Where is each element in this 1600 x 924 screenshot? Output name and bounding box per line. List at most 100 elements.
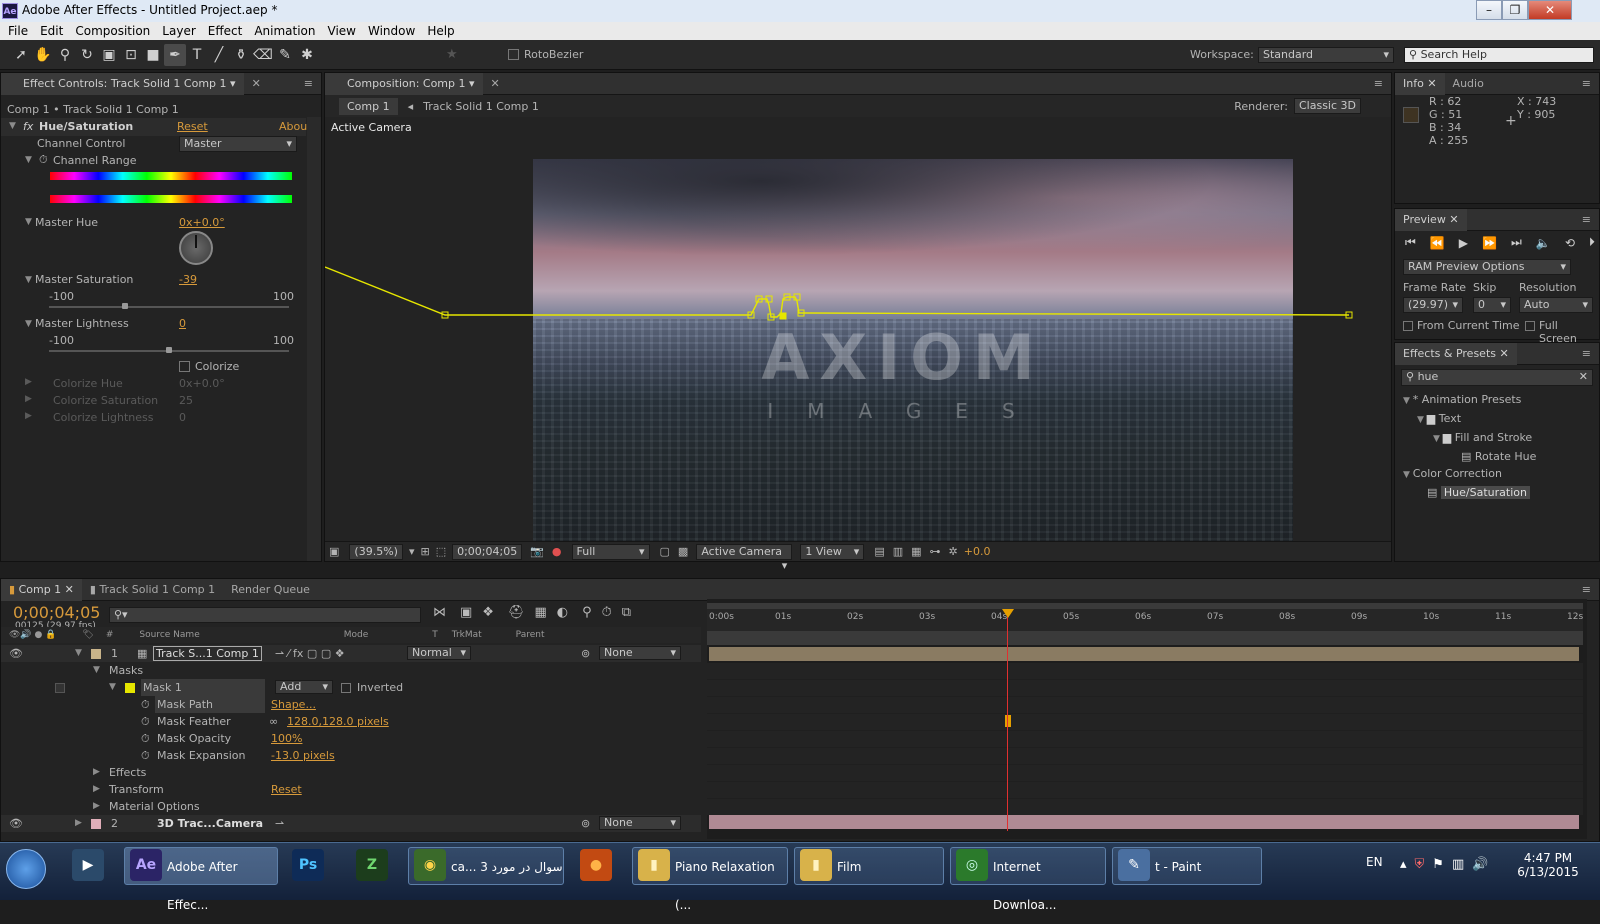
expand-triangle-icon[interactable]: ▶ xyxy=(93,781,100,798)
menu-file[interactable]: File xyxy=(8,24,28,38)
mask-opacity-value[interactable]: 100% xyxy=(271,730,302,747)
expand-triangle-icon[interactable]: ▼ xyxy=(9,121,16,131)
column-parent[interactable]: Parent xyxy=(516,630,545,640)
playhead-icon[interactable] xyxy=(1002,609,1014,618)
menu-help[interactable]: Help xyxy=(427,24,454,38)
mask-1-row[interactable]: ▼ Mask 1 Add ▾ Inverted xyxy=(1,679,701,696)
mask-color-swatch[interactable] xyxy=(125,683,135,693)
first-frame-icon[interactable]: ⏮ xyxy=(1405,235,1416,250)
maximize-button[interactable]: ❐ xyxy=(1502,0,1528,20)
mask-expansion-value[interactable]: -13.0 pixels xyxy=(271,747,335,764)
material-options-row[interactable]: ▶ Material Options xyxy=(1,798,701,815)
chevron-down-icon[interactable]: ▾ xyxy=(409,545,415,558)
tab-comp-1[interactable]: ▮ Comp 1 ✕ xyxy=(1,578,82,601)
full-screen-checkbox[interactable] xyxy=(1525,321,1535,331)
menu-view[interactable]: View xyxy=(328,24,356,38)
eraser-tool-icon[interactable]: ⌫ xyxy=(252,44,274,66)
action-center-icon[interactable]: ⚑ xyxy=(1432,857,1444,872)
language-indicator[interactable]: EN xyxy=(1366,855,1383,869)
constrain-link-icon[interactable]: ∞ xyxy=(269,713,278,730)
panel-menu-icon[interactable]: ≡ xyxy=(1574,209,1599,231)
stopwatch-icon[interactable]: ⏱ xyxy=(141,747,150,764)
flowchart-icon[interactable]: ⊶ xyxy=(930,545,941,558)
tab-effects-presets[interactable]: Effects & Presets ✕ xyxy=(1395,342,1517,365)
time-ruler[interactable]: 0:00s 01s 02s 03s 04s 05s 06s 07s 08s 09… xyxy=(707,609,1583,631)
transform-reset-button[interactable]: Reset xyxy=(271,781,302,798)
previous-frame-icon[interactable]: ⏪ xyxy=(1430,236,1445,250)
lightness-slider-handle[interactable] xyxy=(166,347,172,353)
inverted-checkbox[interactable] xyxy=(341,683,351,693)
layer-name[interactable]: Track S...1 Comp 1 xyxy=(153,646,262,661)
search-help-input[interactable]: ⚲ Search Help xyxy=(1404,47,1594,63)
channel-control-dropdown[interactable]: Master ▾ xyxy=(179,136,297,152)
blend-mode-dropdown[interactable]: Normal ▾ xyxy=(407,646,471,660)
clear-search-icon[interactable]: ✕ xyxy=(1579,370,1588,384)
last-frame-icon[interactable]: ⏭ xyxy=(1511,235,1522,250)
effects-search-input[interactable]: ⚲ hue ✕ xyxy=(1401,369,1593,386)
menu-animation[interactable]: Animation xyxy=(254,24,315,38)
expand-triangle-icon[interactable]: ▼ xyxy=(93,662,100,679)
comp-mini-flowchart-icon[interactable]: ⋈ xyxy=(433,605,446,620)
tab-track-solid[interactable]: ▮ Track Solid 1 Comp 1 xyxy=(82,579,223,601)
clone-stamp-tool-icon[interactable]: ⚱ xyxy=(230,44,252,66)
layer-2-duration-bar[interactable] xyxy=(709,815,1579,829)
layer-row-2[interactable]: 👁 ▶ 2 3D Trac...Camera ⇀ ⊚ None ▾ xyxy=(1,815,701,832)
3d-view-dropdown[interactable]: Active Camera ▾ xyxy=(696,543,793,572)
menu-edit[interactable]: Edit xyxy=(40,24,63,38)
parent-dropdown[interactable]: None ▾ xyxy=(599,816,681,830)
tab-info[interactable]: Info ✕ xyxy=(1395,72,1445,95)
visibility-eye-icon[interactable]: 👁 xyxy=(9,815,23,832)
photoshop-icon[interactable]: Ps xyxy=(292,849,324,881)
toggle-pixel-aspect-icon[interactable]: ▤ xyxy=(874,545,884,558)
column-mode[interactable]: Mode xyxy=(344,630,369,640)
magnification-dropdown[interactable]: (39.5%) xyxy=(349,543,403,560)
hand-tool-icon[interactable]: ✋ xyxy=(32,44,54,66)
timeline-icon[interactable]: ▦ xyxy=(911,545,921,558)
always-preview-icon[interactable]: ▣ xyxy=(329,545,339,558)
menu-effect[interactable]: Effect xyxy=(208,24,243,38)
ram-preview-options-dropdown[interactable]: RAM Preview Options ▾ xyxy=(1403,259,1571,275)
about-button[interactable]: Abou xyxy=(279,120,307,133)
close-window-button[interactable]: ✕ xyxy=(1528,0,1572,20)
expand-triangle-icon[interactable]: ▼ xyxy=(25,155,32,165)
panel-menu-icon[interactable]: ≡ xyxy=(296,73,321,95)
panel-menu-icon[interactable]: ≡ xyxy=(1574,343,1599,365)
mask-feather-row[interactable]: ⏱ Mask Feather ∞ 128.0,128.0 pixels xyxy=(1,713,701,730)
workspace-dropdown[interactable]: Standard ▾ xyxy=(1258,47,1394,63)
frame-rate-dropdown[interactable]: (29.97) ▾ xyxy=(1403,297,1463,313)
tab-audio[interactable]: Audio xyxy=(1445,73,1492,95)
audio-icon[interactable]: 🔈 xyxy=(1536,236,1551,250)
rotate-tool-icon[interactable]: ↻ xyxy=(76,44,98,66)
motion-blur-icon[interactable]: ◐ xyxy=(557,605,568,620)
graph-editor-icon[interactable]: ⧉ xyxy=(622,605,631,620)
master-hue-dial[interactable] xyxy=(179,231,213,265)
zoom-tool-icon[interactable]: ⚲ xyxy=(54,44,76,66)
effects-group-row[interactable]: ▶ Effects xyxy=(1,764,701,781)
exposure-value[interactable]: +0.0 xyxy=(964,545,991,558)
master-saturation-value[interactable]: -39 xyxy=(179,273,197,286)
roto-brush-tool-icon[interactable]: ✎ xyxy=(274,44,296,66)
menu-window[interactable]: Window xyxy=(368,24,415,38)
reset-button[interactable]: Reset xyxy=(177,120,208,133)
tree-item-rotate-hue[interactable]: ▤ Rotate Hue xyxy=(1403,448,1536,465)
ram-preview-icon[interactable]: ⏵ xyxy=(1589,235,1595,250)
fast-previews-icon[interactable]: ▥ xyxy=(893,545,903,558)
clock[interactable]: 4:47 PM 6/13/2015 xyxy=(1508,851,1588,879)
label-color-swatch[interactable] xyxy=(91,649,101,659)
brainstorm-icon[interactable]: ⚲ xyxy=(582,605,592,620)
column-source-name[interactable]: Source Name xyxy=(139,630,199,640)
layer-switches[interactable]: ⇀ ⁄ fx ▢ ▢ ❖ xyxy=(275,645,345,662)
expand-triangle-icon[interactable]: ▼ xyxy=(25,319,32,329)
expand-triangle-icon[interactable]: ▶ xyxy=(93,798,100,815)
panel-menu-icon[interactable]: ≡ xyxy=(1366,73,1391,95)
timeline-timecode[interactable]: 0;00;04;05 xyxy=(13,603,100,622)
pickwhip-icon[interactable]: ⊚ xyxy=(581,645,590,662)
stopwatch-icon[interactable]: ⏱ xyxy=(141,713,150,730)
antivirus-tray-icon[interactable]: ⛨ xyxy=(1415,857,1425,872)
draft-3d-icon[interactable]: ❖ xyxy=(482,605,494,620)
type-tool-icon[interactable]: T xyxy=(186,44,208,66)
camera-tool-icon[interactable]: ▣ xyxy=(98,44,120,66)
stopwatch-icon[interactable]: ⏱ xyxy=(39,153,48,167)
colorize-checkbox[interactable] xyxy=(179,361,190,372)
mask-feather-value[interactable]: 128.0,128.0 pixels xyxy=(287,713,389,730)
